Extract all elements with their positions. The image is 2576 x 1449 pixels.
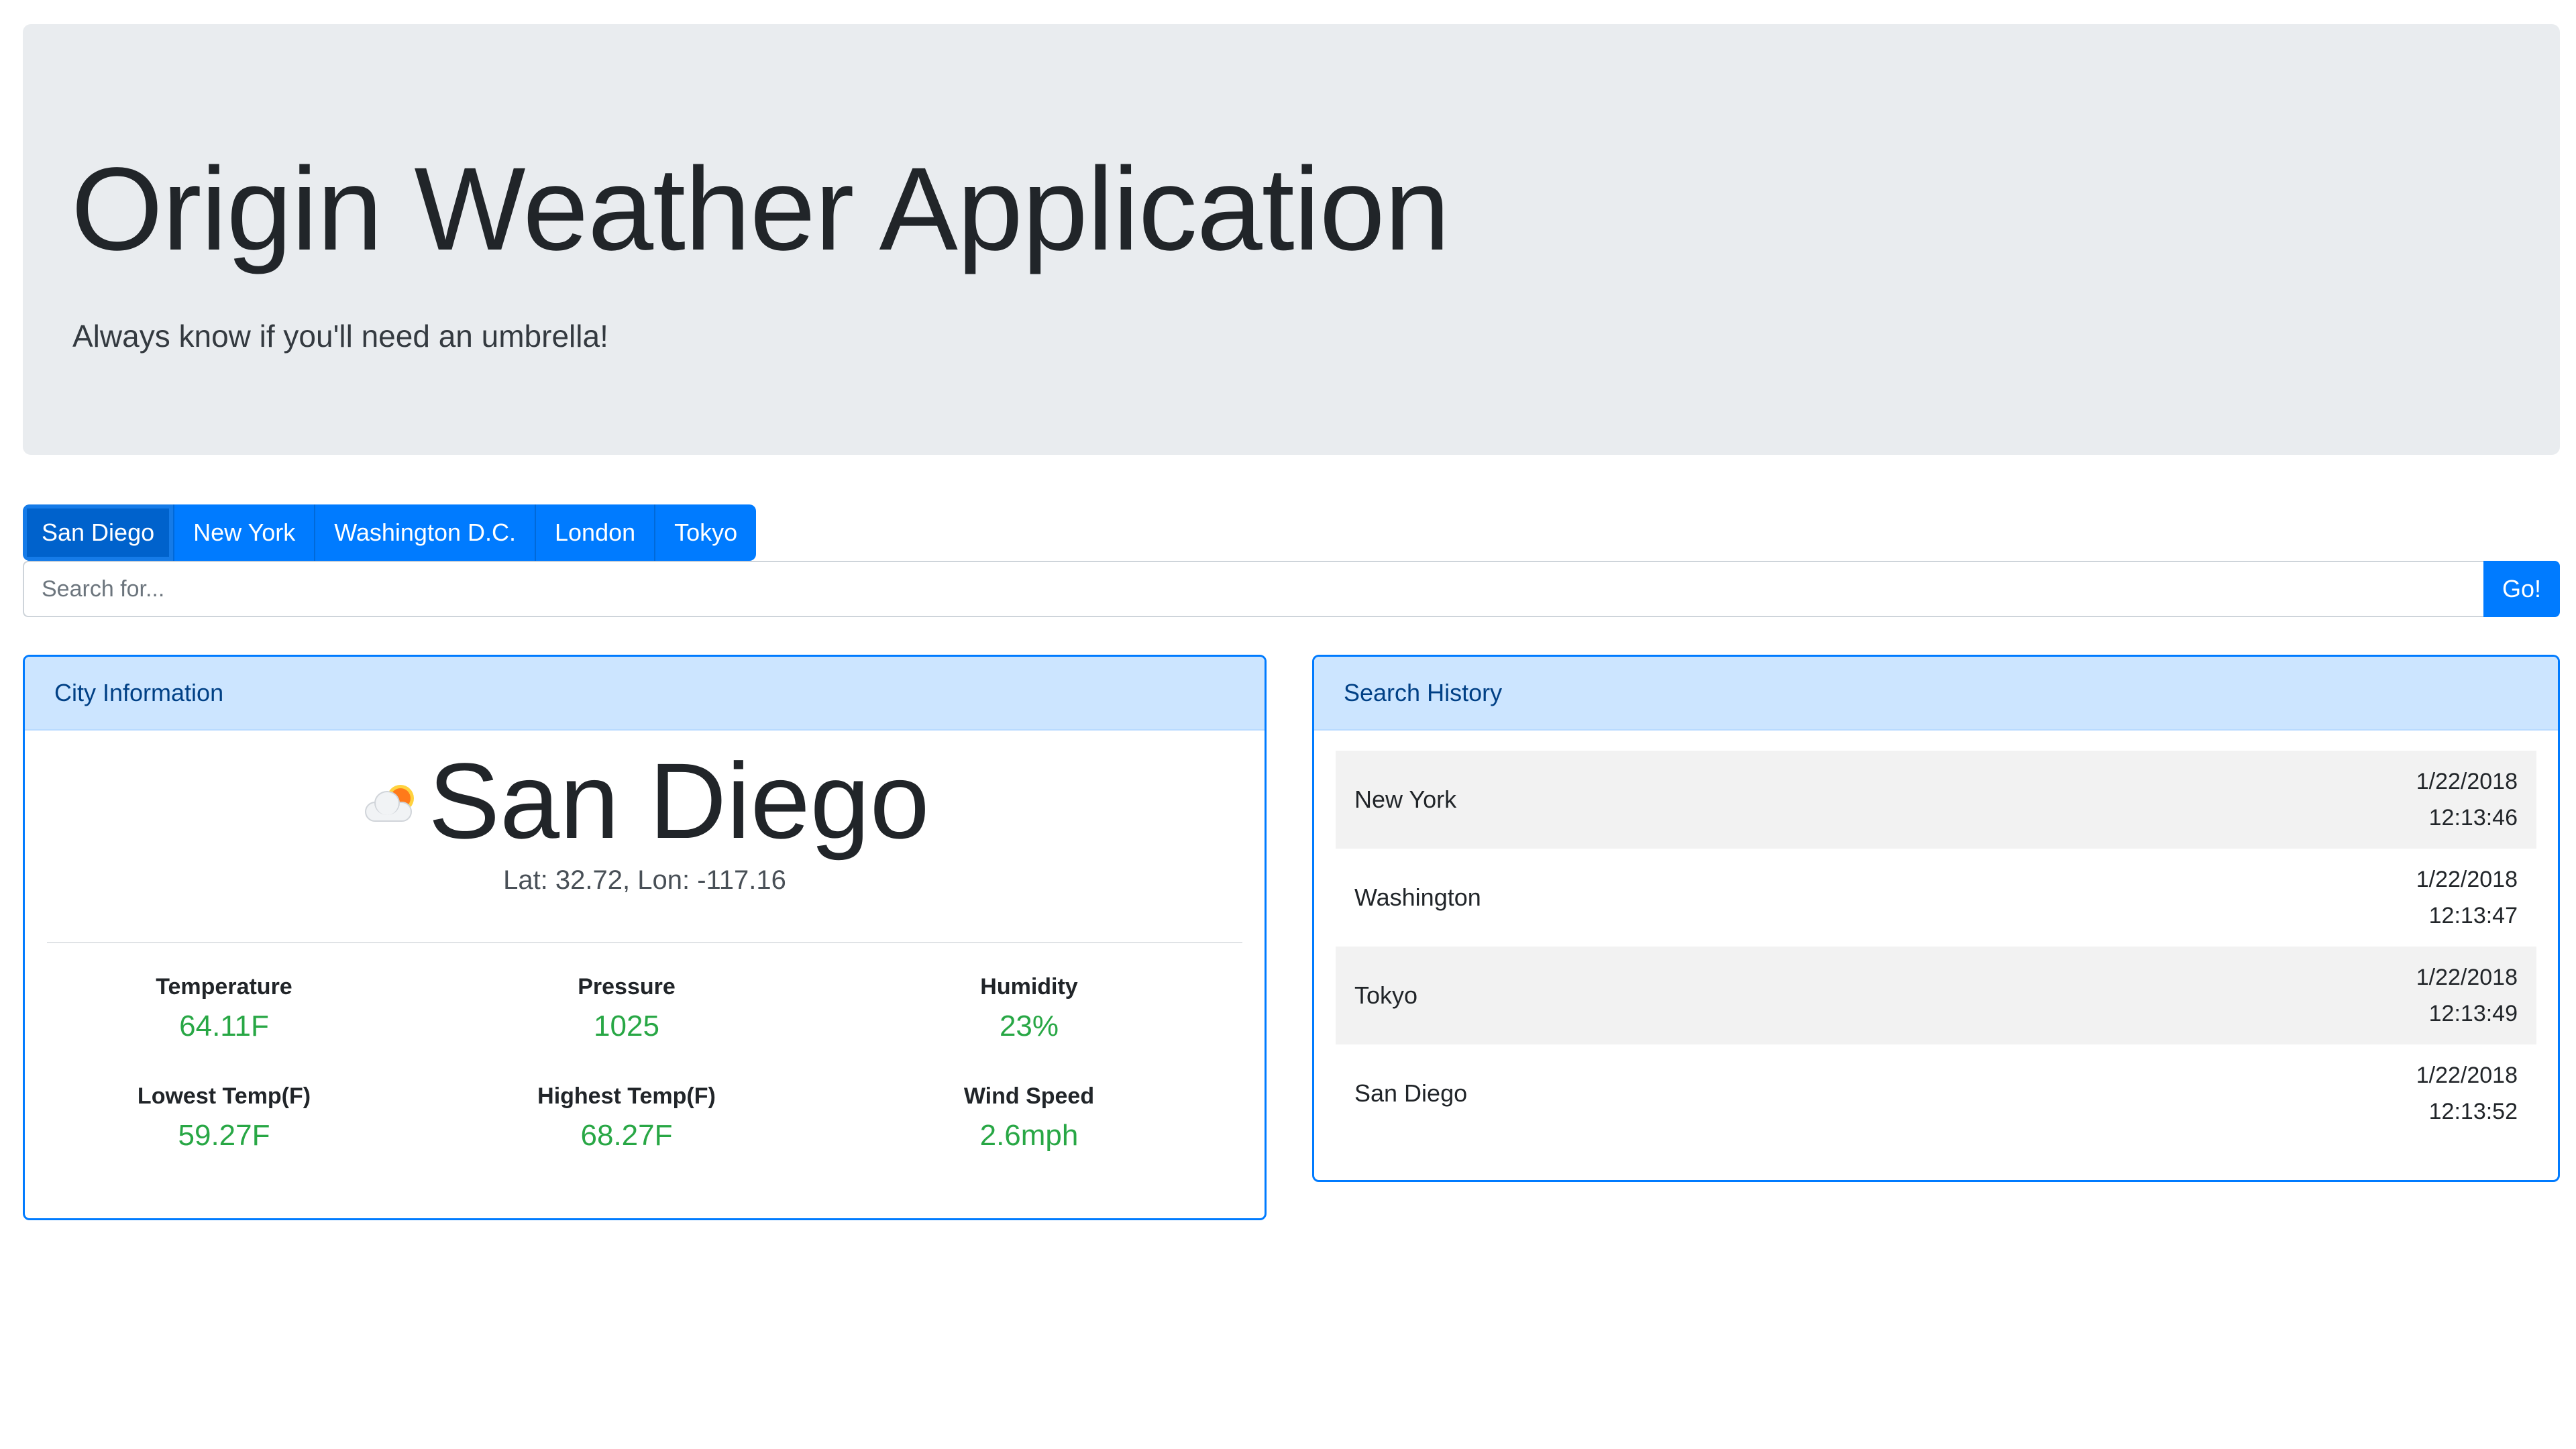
history-timestamp: 1/22/2018 12:13:52 (2416, 1057, 2518, 1130)
stat-value: 1025 (594, 1010, 659, 1042)
history-date: 1/22/2018 (2416, 866, 2518, 892)
city-title: San Diego (23, 741, 1267, 861)
page-subtitle: Always know if you'll need an umbrella! (72, 319, 608, 354)
city-information-header: City Information (25, 657, 1265, 731)
history-city: Washington (1354, 883, 1481, 911)
history-city: Tokyo (1354, 981, 1418, 1009)
stat-value: 23% (999, 1010, 1059, 1042)
jumbotron: Origin Weather Application Always know i… (23, 24, 2560, 455)
stat-label: Lowest Temp(F) (137, 1083, 311, 1109)
divider (47, 942, 1242, 943)
stat-humidity: Humidity 23% (828, 974, 1230, 1043)
city-button-san-diego[interactable]: San Diego (23, 504, 175, 561)
stat-value: 2.6mph (979, 1119, 1079, 1152)
partly-cloudy-icon (360, 777, 420, 838)
search-history-list: New York 1/22/2018 12:13:46 Washington 1… (1336, 751, 2536, 1142)
stat-value: 59.27F (178, 1119, 270, 1152)
stat-lowest-temp: Lowest Temp(F) 59.27F (23, 1083, 425, 1152)
stat-pressure: Pressure 1025 (425, 974, 828, 1043)
page-title: Origin Weather Application (71, 144, 1450, 275)
history-date: 1/22/2018 (2416, 1062, 2518, 1088)
stat-value: 68.27F (580, 1119, 673, 1152)
stat-label: Temperature (156, 974, 292, 1000)
city-button-new-york[interactable]: New York (174, 504, 316, 561)
search-history-card: Search History New York 1/22/2018 12:13:… (1312, 655, 2560, 1182)
cloud-shape (365, 791, 413, 822)
city-button-london[interactable]: London (536, 504, 656, 561)
history-time: 12:13:52 (2428, 1099, 2518, 1124)
search-history-header: Search History (1314, 657, 2558, 731)
history-item[interactable]: New York 1/22/2018 12:13:46 (1336, 751, 2536, 849)
history-time: 12:13:47 (2428, 903, 2518, 928)
search-bar: Go! (23, 561, 2560, 617)
history-timestamp: 1/22/2018 12:13:46 (2416, 763, 2518, 837)
history-time: 12:13:46 (2428, 805, 2518, 830)
page: Origin Weather Application Always know i… (0, 0, 2576, 1449)
weather-stats: Temperature 64.11F Pressure 1025 Humidit… (23, 974, 1230, 1152)
go-button[interactable]: Go! (2483, 561, 2560, 617)
stat-label: Humidity (980, 974, 1078, 1000)
history-city: New York (1354, 786, 1457, 813)
history-timestamp: 1/22/2018 12:13:49 (2416, 959, 2518, 1032)
history-city: San Diego (1354, 1079, 1468, 1107)
search-input[interactable] (23, 561, 2483, 617)
stat-label: Highest Temp(F) (537, 1083, 716, 1109)
history-date: 1/22/2018 (2416, 964, 2518, 990)
stat-label: Wind Speed (963, 1083, 1095, 1109)
city-coordinates: Lat: 32.72, Lon: -117.16 (503, 865, 786, 895)
stat-wind-speed: Wind Speed 2.6mph (828, 1083, 1230, 1152)
stat-label: Pressure (578, 974, 676, 1000)
history-time: 12:13:49 (2428, 1001, 2518, 1026)
history-timestamp: 1/22/2018 12:13:47 (2416, 861, 2518, 934)
stat-highest-temp: Highest Temp(F) 68.27F (425, 1083, 828, 1152)
history-item[interactable]: Washington 1/22/2018 12:13:47 (1336, 849, 2536, 947)
history-item[interactable]: San Diego 1/22/2018 12:13:52 (1336, 1044, 2536, 1142)
city-button-group: San Diego New York Washington D.C. Londo… (23, 504, 757, 561)
city-button-tokyo[interactable]: Tokyo (655, 504, 757, 561)
history-item[interactable]: Tokyo 1/22/2018 12:13:49 (1336, 947, 2536, 1044)
city-button-washington-dc[interactable]: Washington D.C. (315, 504, 536, 561)
history-date: 1/22/2018 (2416, 768, 2518, 794)
stat-value: 64.11F (179, 1010, 269, 1042)
stat-temperature: Temperature 64.11F (23, 974, 425, 1043)
city-name: San Diego (428, 741, 930, 861)
